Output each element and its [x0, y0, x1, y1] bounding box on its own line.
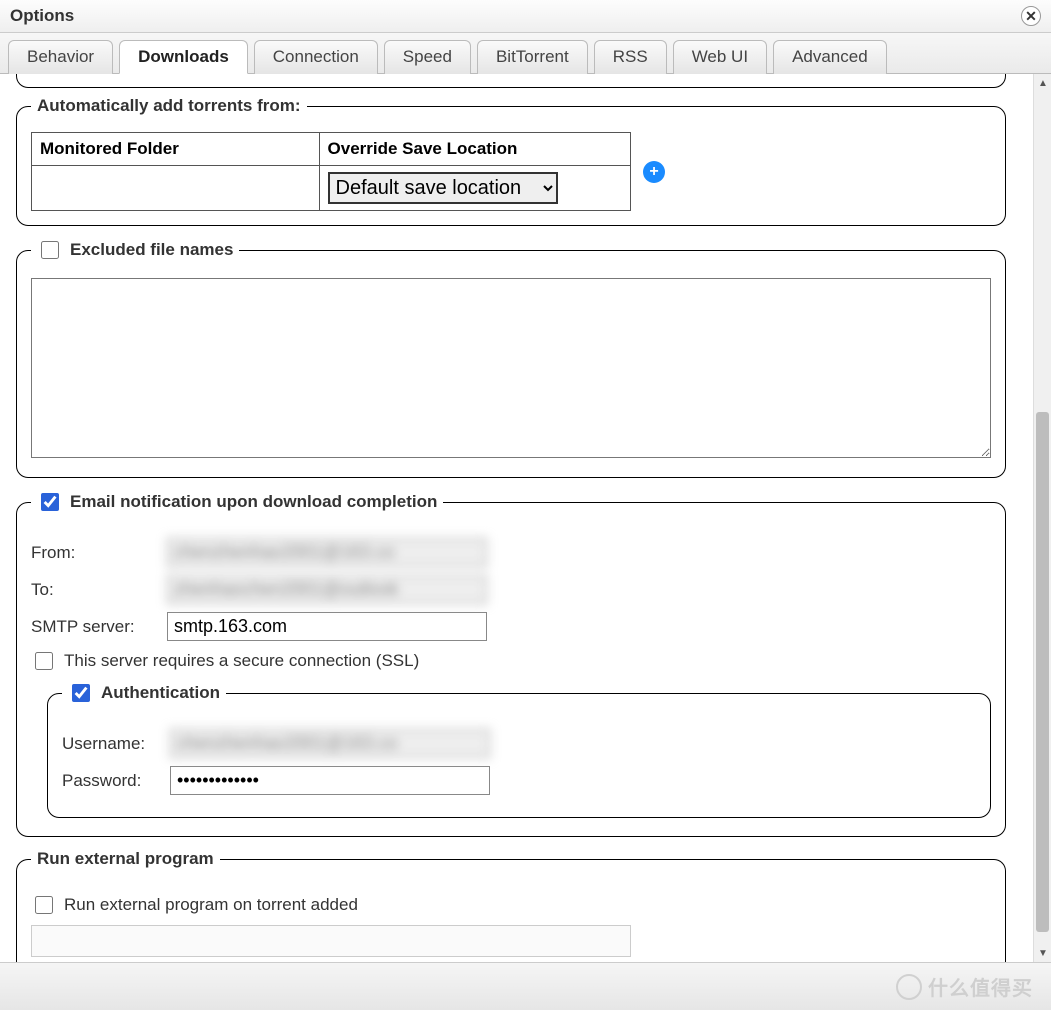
- footer-bar: 什么值得买: [0, 962, 1051, 1010]
- auth-fieldset: Authentication Username: Password:: [47, 681, 991, 818]
- tab-downloads[interactable]: Downloads: [119, 40, 248, 74]
- scroll-content[interactable]: Automatically add torrents from: Monitor…: [0, 74, 1033, 962]
- excluded-fieldset: Excluded file names: [16, 238, 1006, 478]
- tab-webui[interactable]: Web UI: [673, 40, 767, 74]
- tab-speed[interactable]: Speed: [384, 40, 471, 74]
- close-icon[interactable]: ✕: [1021, 6, 1041, 26]
- scroll-down-icon[interactable]: ▼: [1034, 944, 1051, 962]
- email-smtp-input[interactable]: [167, 612, 487, 641]
- tab-rss[interactable]: RSS: [594, 40, 667, 74]
- external-on-add-label: Run external program on torrent added: [64, 895, 358, 915]
- plus-icon: +: [649, 163, 658, 181]
- auto-add-legend: Automatically add torrents from:: [31, 96, 307, 116]
- auth-pass-input[interactable]: [170, 766, 490, 795]
- excluded-checkbox[interactable]: [41, 241, 59, 259]
- excluded-textarea[interactable]: [31, 278, 991, 458]
- tab-bittorrent[interactable]: BitTorrent: [477, 40, 588, 74]
- email-legend: Email notification upon download complet…: [70, 492, 437, 512]
- email-ssl-label: This server requires a secure connection…: [64, 651, 419, 671]
- vertical-scrollbar[interactable]: ▲ ▼: [1033, 74, 1051, 962]
- tab-connection[interactable]: Connection: [254, 40, 378, 74]
- auth-pass-label: Password:: [62, 771, 162, 791]
- excluded-legend: Excluded file names: [70, 240, 233, 260]
- previous-fieldset-bottom: [16, 74, 1006, 88]
- auth-user-label: Username:: [62, 734, 162, 754]
- external-on-add-input[interactable]: [31, 925, 631, 957]
- email-from-input[interactable]: [167, 538, 487, 567]
- titlebar: Options ✕: [0, 0, 1051, 33]
- auth-user-input[interactable]: [170, 729, 490, 758]
- email-fieldset: Email notification upon download complet…: [16, 490, 1006, 837]
- table-row: Default save location: [32, 166, 631, 211]
- auth-legend: Authentication: [101, 683, 220, 703]
- email-ssl-checkbox[interactable]: [35, 652, 53, 670]
- scrollbar-thumb[interactable]: [1036, 412, 1049, 932]
- email-smtp-label: SMTP server:: [31, 617, 159, 637]
- email-to-input[interactable]: [167, 575, 487, 604]
- monitored-folders-table: Monitored Folder Override Save Location …: [31, 132, 631, 211]
- options-dialog: Options ✕ Behavior Downloads Connection …: [0, 0, 1051, 1010]
- scroll-up-icon[interactable]: ▲: [1034, 74, 1051, 92]
- external-legend: Run external program: [31, 849, 220, 869]
- override-location-select[interactable]: Default save location: [328, 172, 558, 204]
- watermark: 什么值得买: [896, 972, 1033, 1001]
- email-enable-checkbox[interactable]: [41, 493, 59, 511]
- external-fieldset: Run external program Run external progra…: [16, 849, 1006, 962]
- auto-add-fieldset: Automatically add torrents from: Monitor…: [16, 96, 1006, 226]
- col-monitored-folder: Monitored Folder: [32, 133, 320, 166]
- tab-bar: Behavior Downloads Connection Speed BitT…: [0, 33, 1051, 74]
- auth-enable-checkbox[interactable]: [72, 684, 90, 702]
- scrollbar-track[interactable]: [1034, 92, 1051, 944]
- tab-behavior[interactable]: Behavior: [8, 40, 113, 74]
- external-on-add-checkbox[interactable]: [35, 896, 53, 914]
- tab-advanced[interactable]: Advanced: [773, 40, 887, 74]
- email-from-label: From:: [31, 543, 159, 563]
- window-title: Options: [10, 6, 74, 26]
- watermark-icon: [896, 974, 922, 1000]
- email-to-label: To:: [31, 580, 159, 600]
- col-override-location: Override Save Location: [319, 133, 630, 166]
- monitored-folder-input[interactable]: [40, 173, 311, 203]
- add-folder-button[interactable]: +: [643, 161, 665, 183]
